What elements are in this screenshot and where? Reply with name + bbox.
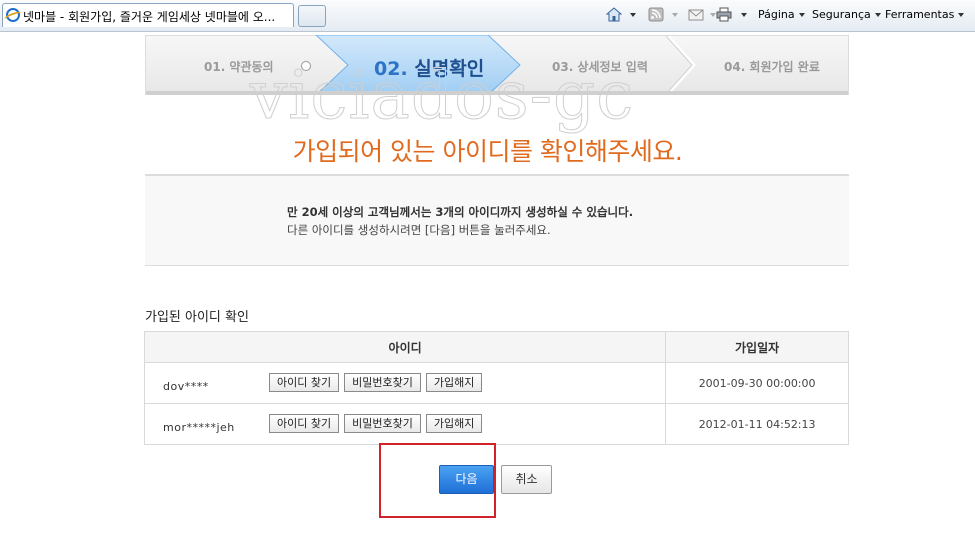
menu-page[interactable]: Página xyxy=(758,8,805,21)
cancel-membership-button[interactable]: 가입해지 xyxy=(425,373,483,392)
mail-icon[interactable] xyxy=(688,7,704,22)
section-title: 가입된 아이디 확인 xyxy=(145,310,249,325)
print-icon[interactable] xyxy=(716,7,732,22)
table-row: mor*****jeh 아이디 찾기 비밀번호찾기 가입해지 2012-01-11 … xyxy=(143,403,849,445)
header-id: 아이디 xyxy=(143,331,667,363)
header-date: 가입일자 xyxy=(665,331,849,363)
home-dropdown-icon[interactable] xyxy=(630,13,636,17)
find-id-button[interactable]: 아이디 찾기 xyxy=(269,373,340,392)
table-row: dov**** 아이디 찾기 비밀번호찾기 가입해지 2001-09-30 00:0… xyxy=(143,362,849,404)
browser-tab[interactable]: 넷마블 - 회원가입, 즐거운 게임세상 넷마블에 오... xyxy=(2,3,294,27)
browser-toolbar: 넷마블 - 회원가입, 즐거운 게임세상 넷마블에 오... Página Se… xyxy=(0,0,975,32)
notice-line-2: 다른 아이디를 생성하시려면 [다음] 버튼을 눌러주세요. xyxy=(287,223,551,237)
home-icon[interactable] xyxy=(606,7,622,22)
feeds-icon[interactable] xyxy=(648,7,664,22)
tab-title: 넷마블 - 회원가입, 즐거운 게임세상 넷마블에 오... xyxy=(23,10,276,24)
menu-tools[interactable]: Ferramentas xyxy=(885,8,965,21)
notice-box: 만 20세 이상의 고객님께서는 3개의 아이디까지 생성하실 수 있습니다. … xyxy=(145,174,849,266)
id-cell: mor*****jeh 아이디 찾기 비밀번호찾기 가입해지 xyxy=(143,403,666,445)
step-4: 04. 회원가입 완료 xyxy=(724,60,820,74)
cancel-membership-button[interactable]: 가입해지 xyxy=(425,414,483,433)
user-id: mor*****jeh xyxy=(163,421,235,434)
registered-ids-table: 아이디 가입일자 dov**** 아이디 찾기 비밀번호찾기 가입해지 2001-0… xyxy=(143,331,849,445)
new-tab-button[interactable] xyxy=(298,5,326,27)
notice-line-1: 만 20세 이상의 고객님께서는 3개의 아이디까지 생성하실 수 있습니다. xyxy=(287,205,634,219)
cancel-button[interactable]: 취소 xyxy=(501,465,552,494)
print-dropdown-icon[interactable] xyxy=(741,13,747,17)
id-cell: dov**** 아이디 찾기 비밀번호찾기 가입해지 xyxy=(143,362,666,404)
signup-date: 2012-01-11 04:52:13 xyxy=(665,403,849,445)
ie-icon xyxy=(6,8,20,22)
find-id-button[interactable]: 아이디 찾기 xyxy=(269,414,340,433)
find-password-button[interactable]: 비밀번호찾기 xyxy=(344,414,421,433)
page-headline: 가입되어 있는 아이디를 확인해주세요. xyxy=(292,137,683,166)
menu-security[interactable]: Segurança xyxy=(812,8,881,21)
watermark-text: viciados-gc xyxy=(249,57,635,134)
signup-date: 2001-09-30 00:00:00 xyxy=(665,362,849,404)
find-password-button[interactable]: 비밀번호찾기 xyxy=(344,373,421,392)
step-separator-icon xyxy=(666,36,696,94)
feeds-dropdown-icon xyxy=(672,13,678,17)
table-header-row: 아이디 가입일자 xyxy=(143,331,849,363)
red-highlight-box xyxy=(379,443,496,518)
user-id: dov**** xyxy=(163,380,209,393)
